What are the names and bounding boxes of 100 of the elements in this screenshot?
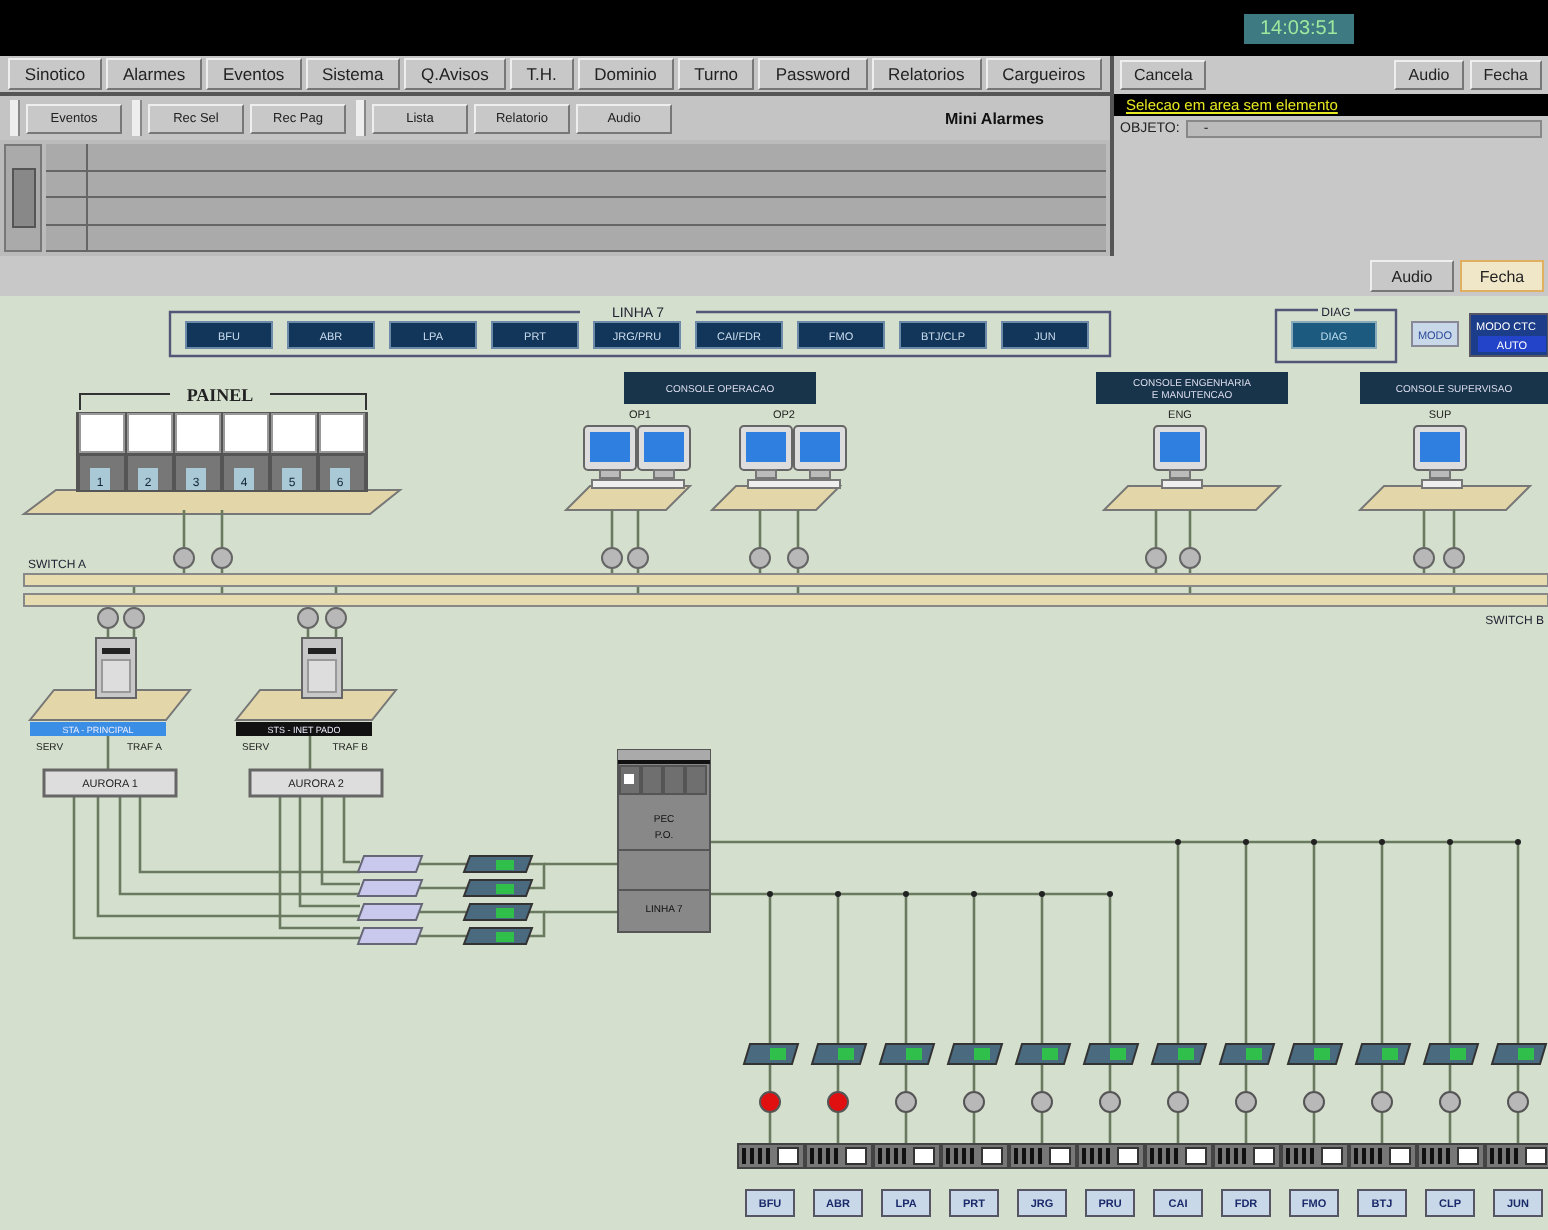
cable-line: [420, 862, 466, 866]
junction-dot: [835, 891, 841, 897]
cable-line: [106, 736, 110, 770]
menu-tab[interactable]: Q.Avisos: [404, 58, 506, 90]
cable-line: [836, 1064, 840, 1092]
cable-line: [768, 1064, 772, 1092]
rack-drawing: [873, 1143, 941, 1169]
menu-tab[interactable]: Eventos: [206, 58, 302, 90]
cable-line: [1108, 1064, 1112, 1092]
menu-tab[interactable]: Password: [758, 58, 868, 90]
modem-drawing: [1150, 1043, 1208, 1065]
cable-line: [610, 510, 614, 548]
junction-dot: [971, 891, 977, 897]
modem-drawing: [356, 903, 424, 921]
cable-line: [420, 886, 466, 890]
rack-drawing: [1213, 1143, 1281, 1169]
junction-dot: [1039, 891, 1045, 897]
panel-title: PAINEL: [186, 385, 254, 405]
menu-tab[interactable]: Dominio: [577, 58, 674, 90]
junction-dot: [1243, 839, 1249, 845]
cable-line: [836, 1112, 840, 1144]
panel-button[interactable]: Cancela: [1120, 60, 1207, 90]
cable-line: [1188, 510, 1192, 548]
modem-drawing: [356, 927, 424, 945]
rack-drawing: [1145, 1143, 1213, 1169]
cable-line: [796, 510, 800, 548]
junction-dot: [1379, 839, 1385, 845]
toolbar-grip: [132, 100, 142, 136]
cable-line: [182, 510, 186, 548]
computer-drawing: [583, 425, 691, 489]
junction-dot: [1175, 839, 1181, 845]
cable-line: [636, 510, 640, 548]
modem-drawing: [742, 1043, 800, 1065]
menu-tab[interactable]: Turno: [677, 58, 755, 90]
junction-dot: [1515, 839, 1521, 845]
window-button[interactable]: Fecha: [1460, 260, 1544, 292]
cable-line: [1040, 1112, 1044, 1144]
cable-line: [1380, 1064, 1384, 1092]
junction-dot: [767, 891, 773, 897]
cable-line: [420, 934, 466, 938]
cable-line: [1516, 1112, 1520, 1144]
modem-drawing: [1082, 1043, 1140, 1065]
rack-drawing: [1281, 1143, 1349, 1169]
modem-drawing: [356, 855, 424, 873]
cable-line: [220, 510, 224, 548]
cable-line: [904, 1064, 908, 1092]
modem-drawing: [1354, 1043, 1412, 1065]
cable-line: [1244, 1064, 1248, 1092]
menu-tab[interactable]: T.H.: [509, 58, 574, 90]
menu-tab[interactable]: Sistema: [305, 58, 401, 90]
modem-drawing: [1286, 1043, 1344, 1065]
cable-line: [972, 1064, 976, 1092]
modem-drawing: [1422, 1043, 1480, 1065]
cable-line: [1422, 510, 1426, 548]
modem-drawing: [810, 1043, 868, 1065]
modem-drawing: [1014, 1043, 1072, 1065]
cable-line: [768, 1112, 772, 1144]
cable-line: [1176, 1064, 1180, 1092]
cable-line: [1312, 1064, 1316, 1092]
cable-line: [1312, 1112, 1316, 1144]
menu-tab[interactable]: Alarmes: [106, 58, 203, 90]
modem-drawing: [878, 1043, 936, 1065]
junction-dot: [1107, 891, 1113, 897]
menu-tab[interactable]: Cargueiros: [985, 58, 1103, 90]
modem-drawing: [462, 879, 534, 897]
rack-drawing: [941, 1143, 1009, 1169]
panel-button[interactable]: Fecha: [1469, 60, 1542, 90]
computer-drawing: [739, 425, 847, 489]
modem-drawing: [1218, 1043, 1276, 1065]
panel-button[interactable]: Audio: [1394, 60, 1464, 90]
menu-tab[interactable]: Relatorios: [871, 58, 982, 90]
cable-line: [758, 510, 762, 548]
junction-dot: [1311, 839, 1317, 845]
modem-drawing: [1490, 1043, 1548, 1065]
junction-dot: [903, 891, 909, 897]
server-drawing: [301, 637, 343, 699]
rack-drawing: [1077, 1143, 1145, 1169]
cable-line: [1448, 1112, 1452, 1144]
cable-line: [1154, 510, 1158, 548]
diag-frame: [1274, 308, 1398, 364]
cable-line: [972, 1112, 976, 1144]
cable-line: [1516, 1064, 1520, 1092]
modem-drawing: [356, 879, 424, 897]
rack-drawing: [1349, 1143, 1417, 1169]
rack-drawing: [737, 1143, 805, 1169]
modem-drawing: [462, 903, 534, 921]
window-button[interactable]: Audio: [1370, 260, 1454, 292]
cable-line: [1176, 1112, 1180, 1144]
server-drawing: [95, 637, 137, 699]
cable-line: [420, 910, 466, 914]
cable-line: [1380, 1112, 1384, 1144]
computer-drawing: [1153, 425, 1207, 489]
rack-drawing: [1417, 1143, 1485, 1169]
cable-line: [904, 1112, 908, 1144]
scrollbar[interactable]: [4, 144, 42, 252]
modem-drawing: [946, 1043, 1004, 1065]
menu-tab[interactable]: Sinotico: [8, 58, 103, 90]
cable-line: [1452, 510, 1456, 548]
toolbar-grip: [10, 100, 20, 136]
cable-line: [308, 736, 312, 770]
